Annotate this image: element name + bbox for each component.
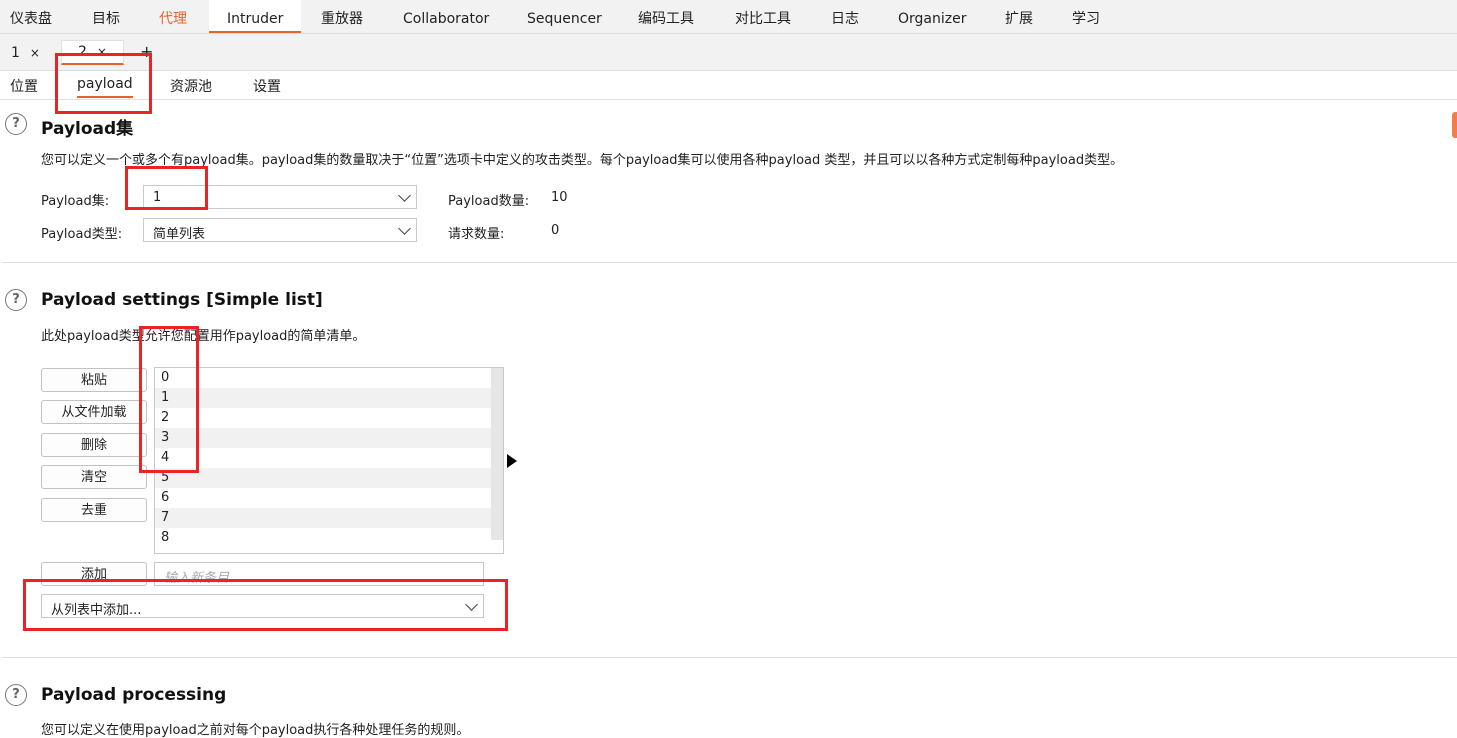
attack-tab-1-label: 1: [11, 45, 20, 61]
payload-count-value: 10: [551, 190, 568, 205]
list-item[interactable]: 3: [155, 428, 503, 448]
payload-type-label: Payload类型:: [41, 227, 123, 242]
request-count-label: 请求数量:: [448, 227, 505, 242]
chevron-down-icon: [398, 189, 411, 202]
list-item[interactable]: 8: [155, 528, 503, 548]
list-item[interactable]: 5: [155, 468, 503, 488]
annotation-box: [139, 326, 199, 473]
payload-sets-title: Payload集: [41, 119, 134, 139]
tab-collaborator[interactable]: Collaborator: [403, 0, 489, 33]
help-icon[interactable]: ?: [5, 289, 27, 311]
payload-type-value: 简单列表: [153, 227, 206, 242]
paste-button[interactable]: 粘贴: [41, 368, 147, 392]
help-icon[interactable]: ?: [5, 684, 27, 706]
tab-proxy[interactable]: 代理: [159, 0, 187, 33]
payload-settings-desc: 此处payload类型允许您配置用作payload的简单清单。: [41, 329, 366, 344]
tab-decoder[interactable]: 编码工具: [638, 0, 694, 33]
main-nav: 仪表盘 目标 代理 Intruder 重放器 Collaborator Sequ…: [0, 0, 1457, 34]
tab-sequencer[interactable]: Sequencer: [527, 0, 602, 33]
tab-extensions[interactable]: 扩展: [1005, 0, 1033, 33]
chevron-down-icon: [398, 222, 411, 235]
attack-tab-1[interactable]: 1 ×: [11, 42, 40, 64]
payload-list[interactable]: 0 1 2 3 4 5 6 7 8: [154, 367, 504, 554]
tab-intruder[interactable]: Intruder: [209, 0, 302, 33]
tab-comparer[interactable]: 对比工具: [735, 0, 791, 33]
list-item[interactable]: 0: [155, 368, 503, 388]
clear-button[interactable]: 清空: [41, 465, 147, 489]
list-scrollbar[interactable]: [491, 368, 503, 540]
payload-count-label: Payload数量:: [448, 194, 530, 209]
annotation-box: [125, 166, 208, 210]
side-marker: [1452, 112, 1457, 138]
tab-organizer[interactable]: Organizer: [898, 0, 966, 33]
tab-target[interactable]: 目标: [92, 0, 120, 33]
request-count-value: 0: [551, 223, 560, 238]
tab-settings[interactable]: 设置: [253, 76, 281, 96]
list-item[interactable]: 1: [155, 388, 503, 408]
list-item[interactable]: 4: [155, 448, 503, 468]
section-divider: [2, 262, 1457, 263]
load-button[interactable]: 从文件加载: [41, 400, 147, 424]
help-icon[interactable]: ?: [5, 113, 27, 135]
annotation-box: [55, 53, 152, 114]
tab-logger[interactable]: 日志: [831, 0, 859, 33]
payload-set-label: Payload集:: [41, 194, 110, 209]
list-item[interactable]: 2: [155, 408, 503, 428]
intruder-subtabs: 位置 payload 资源池 设置: [0, 71, 1457, 100]
remove-button[interactable]: 删除: [41, 433, 147, 457]
list-item[interactable]: 6: [155, 488, 503, 508]
payload-type-select[interactable]: 简单列表: [143, 218, 417, 242]
attack-tabs: 1 × 2 × +: [0, 34, 1457, 71]
payload-processing-title: Payload processing: [41, 685, 227, 705]
tab-repeater[interactable]: 重放器: [321, 0, 363, 33]
tab-resource-pool[interactable]: 资源池: [170, 76, 212, 96]
list-item[interactable]: 7: [155, 508, 503, 528]
tab-dashboard[interactable]: 仪表盘: [10, 0, 52, 33]
expand-arrow-icon[interactable]: [507, 454, 517, 468]
payload-processing-desc: 您可以定义在使用payload之前对每个payload执行各种处理任务的规则。: [41, 723, 470, 738]
dedupe-button[interactable]: 去重: [41, 498, 147, 522]
annotation-box: [23, 579, 508, 631]
tab-learn[interactable]: 学习: [1072, 0, 1100, 33]
tab-positions[interactable]: 位置: [10, 76, 38, 96]
close-icon[interactable]: ×: [30, 46, 40, 60]
payload-settings-title: Payload settings [Simple list]: [41, 290, 323, 310]
section-divider: [2, 657, 1457, 658]
